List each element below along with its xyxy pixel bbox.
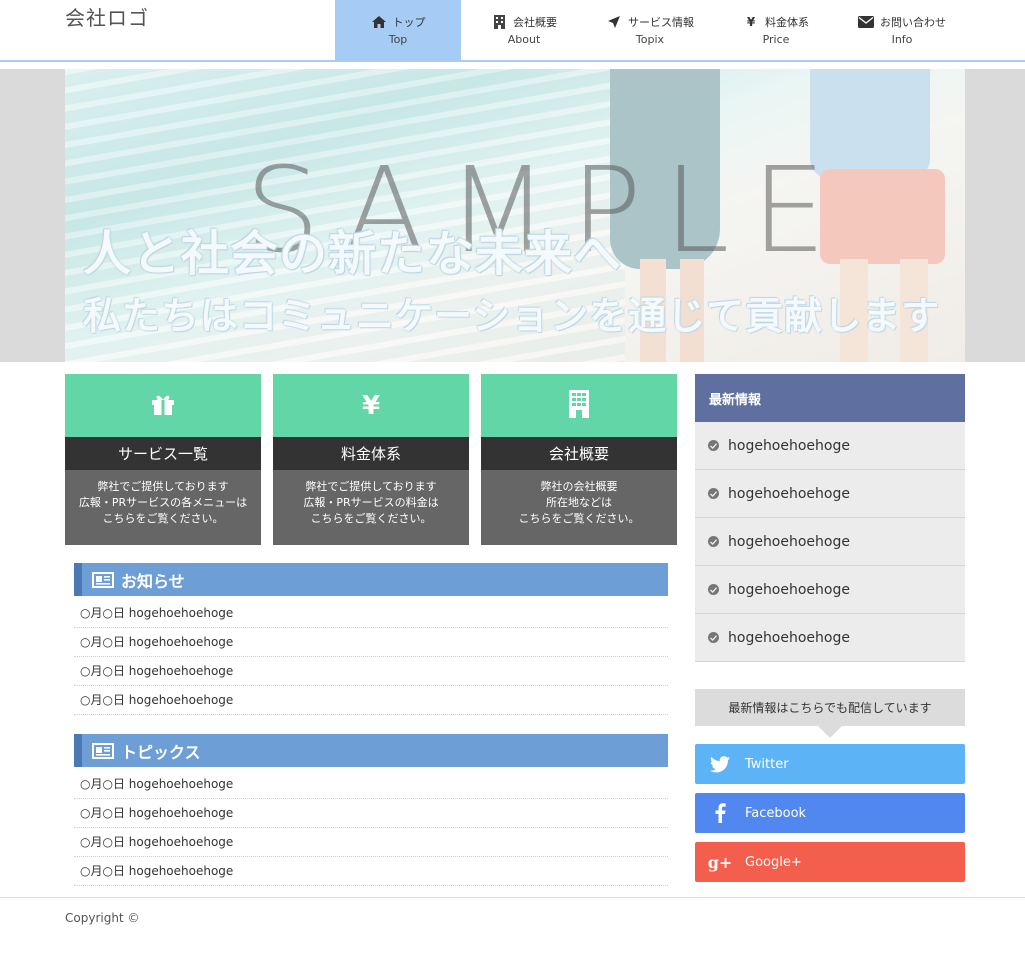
card-title: 料金体系	[273, 437, 469, 470]
twitter-icon	[705, 755, 735, 773]
news-item[interactable]: ○月○日 hogehoehoehoge	[74, 657, 668, 686]
share-caption: 最新情報はこちらでも配信しています	[695, 689, 965, 726]
building-icon	[569, 389, 589, 422]
nav-sublabel: Info	[891, 33, 913, 46]
latest-info-item[interactable]: hogehoehoehoge	[695, 614, 965, 662]
news-item[interactable]: ○月○日 hogehoehoehoge	[74, 599, 668, 628]
news-heading: お知らせ	[74, 563, 668, 596]
latest-info-label: hogehoehoehoge	[728, 437, 850, 454]
card-title: 会社概要	[481, 437, 677, 470]
nav-sublabel: Top	[388, 33, 408, 46]
site-logo[interactable]: 会社ロゴ	[65, 2, 149, 31]
news-list: ○月○日 hogehoehoehoge ○月○日 hogehoehoehoge …	[74, 599, 668, 715]
yen-icon: ¥	[361, 390, 381, 421]
latest-info-label: hogehoehoehoge	[728, 533, 850, 550]
nav-item-about[interactable]: 会社概要 About	[461, 0, 587, 60]
topic-item[interactable]: ○月○日 hogehoehoehoge	[74, 828, 668, 857]
newspaper-icon	[92, 742, 114, 759]
topic-item[interactable]: ○月○日 hogehoehoehoge	[74, 857, 668, 886]
card-title: サービス一覧	[65, 437, 261, 470]
nav-label: お問い合わせ	[880, 16, 946, 29]
nav-sublabel: Topix	[635, 33, 665, 46]
card-description: 弊社の会社概要 所在地などは こちらをご覧ください。	[481, 470, 677, 545]
nav-sublabel: About	[507, 33, 541, 46]
twitter-button[interactable]: Twitter	[695, 744, 965, 784]
facebook-button[interactable]: Facebook	[695, 793, 965, 833]
sns-label: Google+	[745, 854, 802, 870]
hero-subcopy: 私たちはコミュニケーションを通じて貢献します	[83, 294, 941, 338]
card-pricing[interactable]: ¥ 料金体系 弊社でご提供しております 広報・PRサービスの料金は こちらをご覧…	[273, 374, 469, 545]
location-arrow-icon	[606, 15, 622, 29]
nav-label: 料金体系	[765, 16, 809, 29]
latest-info-label: hogehoehoehoge	[728, 485, 850, 502]
gift-icon	[151, 393, 175, 419]
site-header: 会社ロゴ トップ Top 会社概要 About サービス情報 Topix ¥ 料…	[0, 0, 1025, 60]
google-plus-button[interactable]: g+ Google+	[695, 842, 965, 882]
sns-label: Facebook	[745, 805, 807, 821]
topic-item[interactable]: ○月○日 hogehoehoehoge	[74, 799, 668, 828]
footer-divider	[0, 897, 1025, 898]
facebook-icon	[705, 803, 735, 823]
check-circle-icon	[708, 440, 719, 451]
check-circle-icon	[708, 536, 719, 547]
latest-info-item[interactable]: hogehoehoehoge	[695, 518, 965, 566]
nav-sublabel: Price	[762, 33, 790, 46]
google-plus-icon: g+	[707, 852, 733, 872]
yen-icon: ¥	[746, 15, 756, 29]
latest-info-heading: 最新情報	[695, 374, 965, 422]
caption-arrow	[818, 726, 842, 738]
newspaper-icon	[92, 571, 114, 588]
home-icon	[371, 15, 387, 29]
latest-info-label: hogehoehoehoge	[728, 581, 850, 598]
envelope-icon	[858, 15, 874, 29]
topics-heading: トピックス	[74, 734, 668, 767]
copyright-text: Copyright ©	[65, 911, 140, 925]
building-icon	[491, 15, 507, 29]
section-title: トピックス	[121, 742, 201, 762]
card-services[interactable]: サービス一覧 弊社でご提供しております 広報・PRサービスの各メニューは こちら…	[65, 374, 261, 545]
latest-info-item[interactable]: hogehoehoehoge	[695, 470, 965, 518]
nav-label: サービス情報	[628, 16, 694, 29]
card-company[interactable]: 会社概要 弊社の会社概要 所在地などは こちらをご覧ください。	[481, 374, 677, 545]
latest-info-label: hogehoehoehoge	[728, 629, 850, 646]
header-divider	[0, 60, 1025, 62]
nav-label: トップ	[392, 16, 426, 29]
topics-list: ○月○日 hogehoehoehoge ○月○日 hogehoehoehoge …	[74, 770, 668, 886]
news-item[interactable]: ○月○日 hogehoehoehoge	[74, 628, 668, 657]
hero-catchcopy: 人と社会の新たな未来へ	[83, 226, 623, 282]
nav-item-top[interactable]: トップ Top	[335, 0, 461, 60]
card-description: 弊社でご提供しております 広報・PRサービスの料金は こちらをご覧ください。	[273, 470, 469, 545]
check-circle-icon	[708, 488, 719, 499]
topic-item[interactable]: ○月○日 hogehoehoehoge	[74, 770, 668, 799]
latest-info-item[interactable]: hogehoehoehoge	[695, 422, 965, 470]
nav-item-price[interactable]: ¥ 料金体系 Price	[713, 0, 839, 60]
hero-image: SAMPLE 人と社会の新たな未来へ 私たちはコミュニケーションを通じて貢献しま…	[65, 69, 965, 362]
check-circle-icon	[708, 632, 719, 643]
check-circle-icon	[708, 584, 719, 595]
main-nav: トップ Top 会社概要 About サービス情報 Topix ¥ 料金体系 P…	[335, 0, 965, 60]
latest-info-item[interactable]: hogehoehoehoge	[695, 566, 965, 614]
card-description: 弊社でご提供しております 広報・PRサービスの各メニューは こちらをご覧ください…	[65, 470, 261, 545]
news-item[interactable]: ○月○日 hogehoehoehoge	[74, 686, 668, 715]
sns-label: Twitter	[745, 756, 789, 772]
nav-item-contact[interactable]: お問い合わせ Info	[839, 0, 965, 60]
nav-label: 会社概要	[513, 16, 557, 29]
latest-info-list: hogehoehoehoge hogehoehoehoge hogehoehoe…	[695, 422, 965, 662]
nav-item-service[interactable]: サービス情報 Topix	[587, 0, 713, 60]
section-title: お知らせ	[121, 571, 185, 591]
